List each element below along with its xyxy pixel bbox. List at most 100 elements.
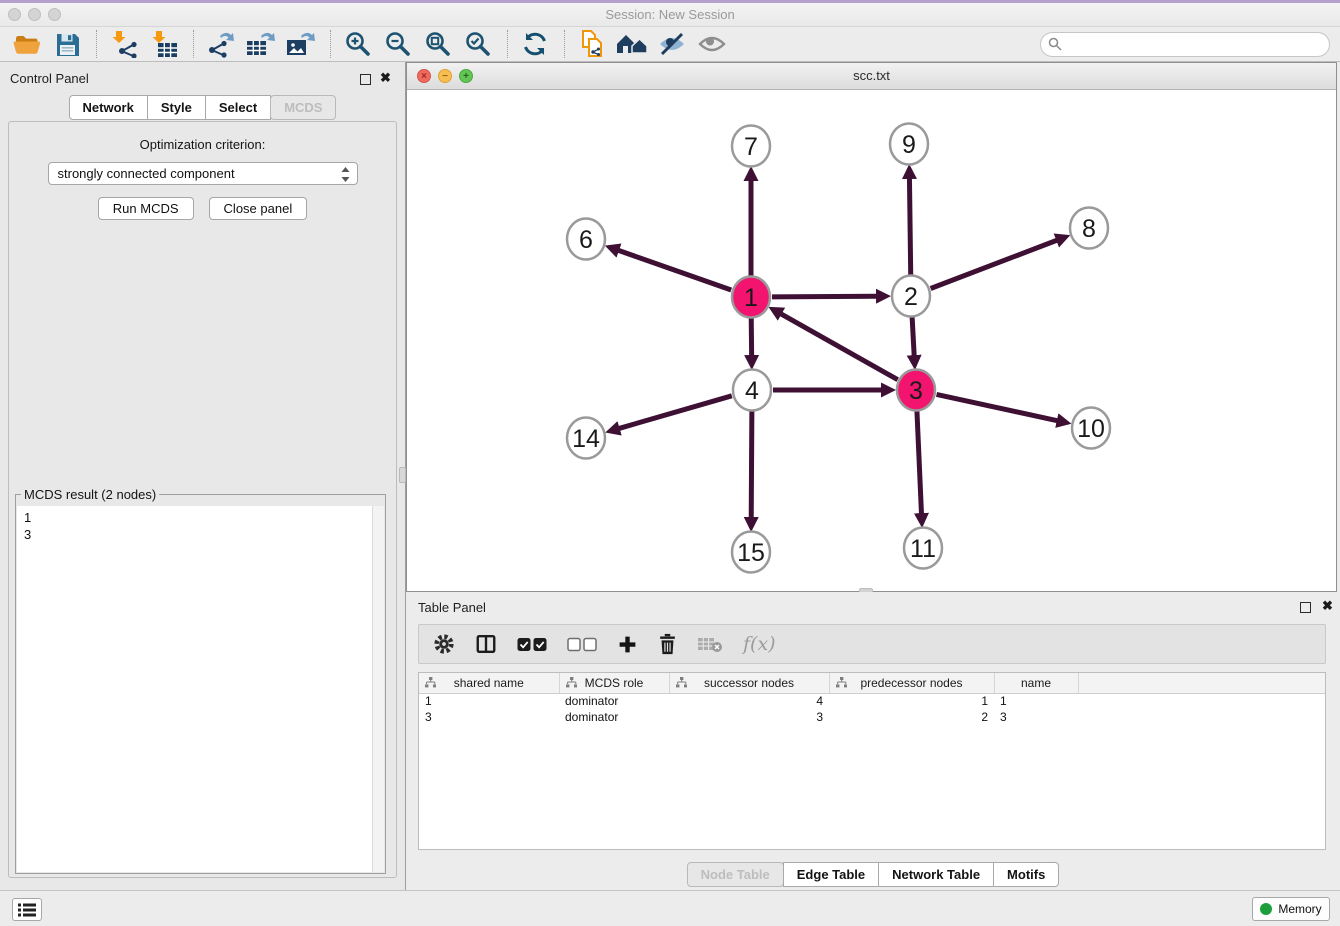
mcds-result-values: 1 3 — [17, 506, 384, 546]
search-input[interactable] — [1040, 32, 1330, 57]
graph-node-label: 9 — [902, 131, 916, 159]
task-history-button[interactable] — [12, 898, 42, 921]
graph-edge-2-8[interactable] — [931, 240, 1058, 288]
add-column-button[interactable] — [617, 634, 638, 655]
import-table-icon — [149, 30, 179, 58]
unchecked-boxes-icon — [567, 637, 597, 652]
eye-icon — [697, 31, 727, 57]
table-row[interactable]: 3dominator323 — [419, 709, 1325, 725]
main-toolbar — [0, 27, 1340, 62]
col-predecessor-nodes[interactable]: predecessor nodes — [829, 673, 994, 693]
table-panel: Table Panel ✖ f(x) shared name MCDS role… — [406, 592, 1340, 890]
col-successor-nodes[interactable]: successor nodes — [669, 673, 829, 693]
graph-node-label: 10 — [1077, 415, 1105, 443]
toolbar-separator — [330, 30, 331, 58]
col-mcds-role[interactable]: MCDS role — [559, 673, 669, 693]
tab-network-table[interactable]: Network Table — [878, 862, 994, 887]
save-session-button[interactable] — [50, 29, 84, 59]
memory-button[interactable]: Memory — [1252, 897, 1330, 921]
float-table-panel-icon[interactable] — [1300, 602, 1311, 613]
network-graph[interactable]: 7968124314101511 — [407, 90, 1336, 591]
result-scrollbar[interactable] — [372, 506, 384, 872]
open-session-button[interactable] — [10, 29, 44, 59]
table-settings-button[interactable] — [433, 633, 455, 655]
export-image-icon — [285, 30, 317, 58]
export-table-button[interactable] — [244, 29, 278, 59]
search-field-wrap — [1040, 32, 1330, 57]
zoom-out-button[interactable] — [381, 29, 415, 59]
network-window-titlebar: × − + scc.txt — [407, 63, 1336, 90]
graph-node-label: 6 — [579, 226, 593, 254]
graph-edge-3-11[interactable] — [917, 411, 922, 514]
export-network-icon — [206, 30, 236, 58]
export-image-button[interactable] — [284, 29, 318, 59]
close-panel-button[interactable]: Close panel — [209, 197, 308, 220]
graph-edge-4-14[interactable] — [619, 396, 732, 429]
graph-edge-2-9[interactable] — [909, 178, 910, 275]
houses-icon — [615, 31, 649, 57]
run-mcds-button[interactable]: Run MCDS — [98, 197, 194, 220]
graph-edge-1-6[interactable] — [618, 250, 731, 290]
graph-edge-4-15[interactable] — [751, 411, 752, 518]
col-name[interactable]: name — [994, 673, 1078, 693]
main-titlebar: Session: New Session — [0, 3, 1340, 27]
zoom-fit-button[interactable] — [421, 29, 455, 59]
graph-edge-3-1[interactable] — [781, 314, 898, 380]
copy-network-view-icon — [578, 29, 606, 59]
tab-edge-table[interactable]: Edge Table — [783, 862, 879, 887]
control-panel-header: Control Panel ✖ — [0, 62, 405, 92]
panel-splitter-grip[interactable] — [399, 467, 406, 483]
refresh-icon — [521, 30, 549, 58]
list-icon — [18, 903, 36, 917]
graph-edge-1-2[interactable] — [772, 296, 877, 297]
table-panel-title: Table Panel — [418, 600, 486, 615]
zoom-selected-button[interactable] — [461, 29, 495, 59]
column-tree-icon — [676, 677, 687, 689]
select-all-button[interactable] — [517, 637, 547, 652]
zoom-selected-icon — [464, 30, 492, 58]
refresh-button[interactable] — [518, 29, 552, 59]
export-network-button[interactable] — [204, 29, 238, 59]
zoom-fit-icon — [424, 30, 452, 58]
trash-icon — [658, 633, 677, 655]
graph-node-label: 14 — [572, 425, 600, 453]
tab-style[interactable]: Style — [147, 95, 206, 120]
close-table-panel-icon[interactable]: ✖ — [1322, 598, 1333, 614]
zoom-in-button[interactable] — [341, 29, 375, 59]
graph-edge-2-3[interactable] — [912, 317, 914, 356]
mcds-result-area[interactable]: 1 3 — [17, 506, 384, 872]
hide-selected-button[interactable] — [655, 29, 689, 59]
show-all-button[interactable] — [695, 29, 729, 59]
close-panel-icon[interactable]: ✖ — [380, 70, 391, 86]
table-row[interactable]: 1dominator411 — [419, 693, 1325, 709]
col-shared-name[interactable]: shared name — [419, 673, 559, 693]
criterion-select[interactable]: strongly connected component — [48, 162, 358, 185]
import-network-button[interactable] — [107, 29, 141, 59]
search-icon — [1048, 37, 1062, 51]
show-columns-button[interactable] — [475, 633, 497, 655]
status-bar: Memory — [0, 890, 1340, 926]
tab-select[interactable]: Select — [205, 95, 271, 120]
delete-column-button[interactable] — [658, 633, 677, 655]
select-stepper-icon — [341, 167, 350, 182]
column-tree-icon — [425, 677, 436, 689]
function-builder-button[interactable]: f(x) — [743, 633, 776, 655]
copy-view-button[interactable] — [575, 29, 609, 59]
import-table-button[interactable] — [147, 29, 181, 59]
float-panel-icon[interactable] — [360, 74, 371, 85]
graph-node-label: 4 — [745, 377, 759, 405]
criterion-value: strongly connected component — [58, 166, 235, 181]
network-canvas[interactable]: 7968124314101511 — [407, 90, 1336, 591]
graph-edge-3-10[interactable] — [937, 394, 1058, 420]
tab-network[interactable]: Network — [69, 95, 148, 120]
eye-slash-icon — [657, 31, 687, 57]
tab-motifs[interactable]: Motifs — [993, 862, 1059, 887]
col-filler — [1078, 673, 1325, 693]
tab-node-table[interactable]: Node Table — [687, 862, 784, 887]
deselect-all-button[interactable] — [567, 637, 597, 652]
save-disk-icon — [55, 32, 80, 57]
node-table[interactable]: shared name MCDS role successor nodes pr… — [418, 672, 1326, 850]
delete-table-button[interactable] — [697, 635, 723, 653]
home-layout-button[interactable] — [615, 29, 649, 59]
tab-mcds[interactable]: MCDS — [270, 95, 336, 120]
